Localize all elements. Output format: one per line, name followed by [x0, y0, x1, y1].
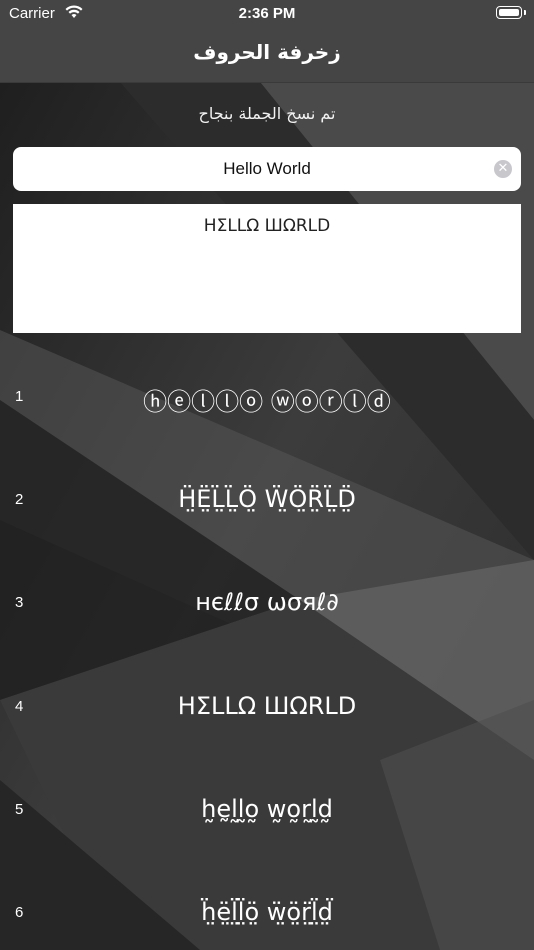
style-preview: h̰ḛl̰l̰o̰ w̰o̰r̰l̰d̰	[201, 795, 333, 823]
navigation-bar: زخرفة الحروف	[0, 28, 534, 83]
page-title: زخرفة الحروف	[193, 40, 341, 64]
clock: 2:36 PM	[238, 5, 296, 22]
output-text-area[interactable]: ΗΣLLΩ ШΩRLD	[13, 204, 521, 333]
style-preview: ḧ̤ë̤l̤̈l̤̈ö̤ ẅ̤ö̤r̤̈l̤̈d̤̈	[201, 898, 333, 926]
style-preview: Ḧ̤Ë̤L̤̈L̤̈Ö̤ Ẅ̤Ö̤R̤̈L̤̈D̤̈	[178, 485, 356, 513]
style-row-4[interactable]: 4 ΗΣLLΩ ШΩRLD	[0, 678, 534, 738]
status-bar: Carrier 2:36 PM	[0, 0, 534, 28]
style-preview: ⓗⓔⓛⓛⓞ ⓦⓞⓡⓛⓓ	[143, 388, 391, 416]
style-row-5[interactable]: 5 h̰ḛl̰l̰o̰ w̰o̰r̰l̰d̰	[0, 781, 534, 841]
style-preview: ΗΣLLΩ ШΩRLD	[177, 692, 357, 720]
output-text: ΗΣLLΩ ШΩRLD	[203, 216, 331, 236]
style-row-3[interactable]: 3 нєℓℓσ ωσяℓ∂	[0, 574, 534, 634]
battery-icon	[496, 6, 522, 19]
style-preview: нєℓℓσ ωσяℓ∂	[195, 588, 339, 616]
text-input-box[interactable]: ✕	[13, 147, 521, 191]
copy-success-message: تم نسخ الجملة بنجاح	[198, 104, 336, 123]
style-row-6[interactable]: 6 ḧ̤ë̤l̤̈l̤̈ö̤ ẅ̤ö̤r̤̈l̤̈d̤̈	[0, 884, 534, 944]
style-row-1[interactable]: 1 ⓗⓔⓛⓛⓞ ⓦⓞⓡⓛⓓ	[0, 368, 534, 428]
text-input[interactable]	[13, 147, 483, 191]
battery-cap	[524, 10, 526, 15]
style-row-2[interactable]: 2 Ḧ̤Ë̤L̤̈L̤̈Ö̤ Ẅ̤Ö̤R̤̈L̤̈D̤̈	[0, 471, 534, 531]
clear-icon[interactable]: ✕	[494, 160, 512, 178]
